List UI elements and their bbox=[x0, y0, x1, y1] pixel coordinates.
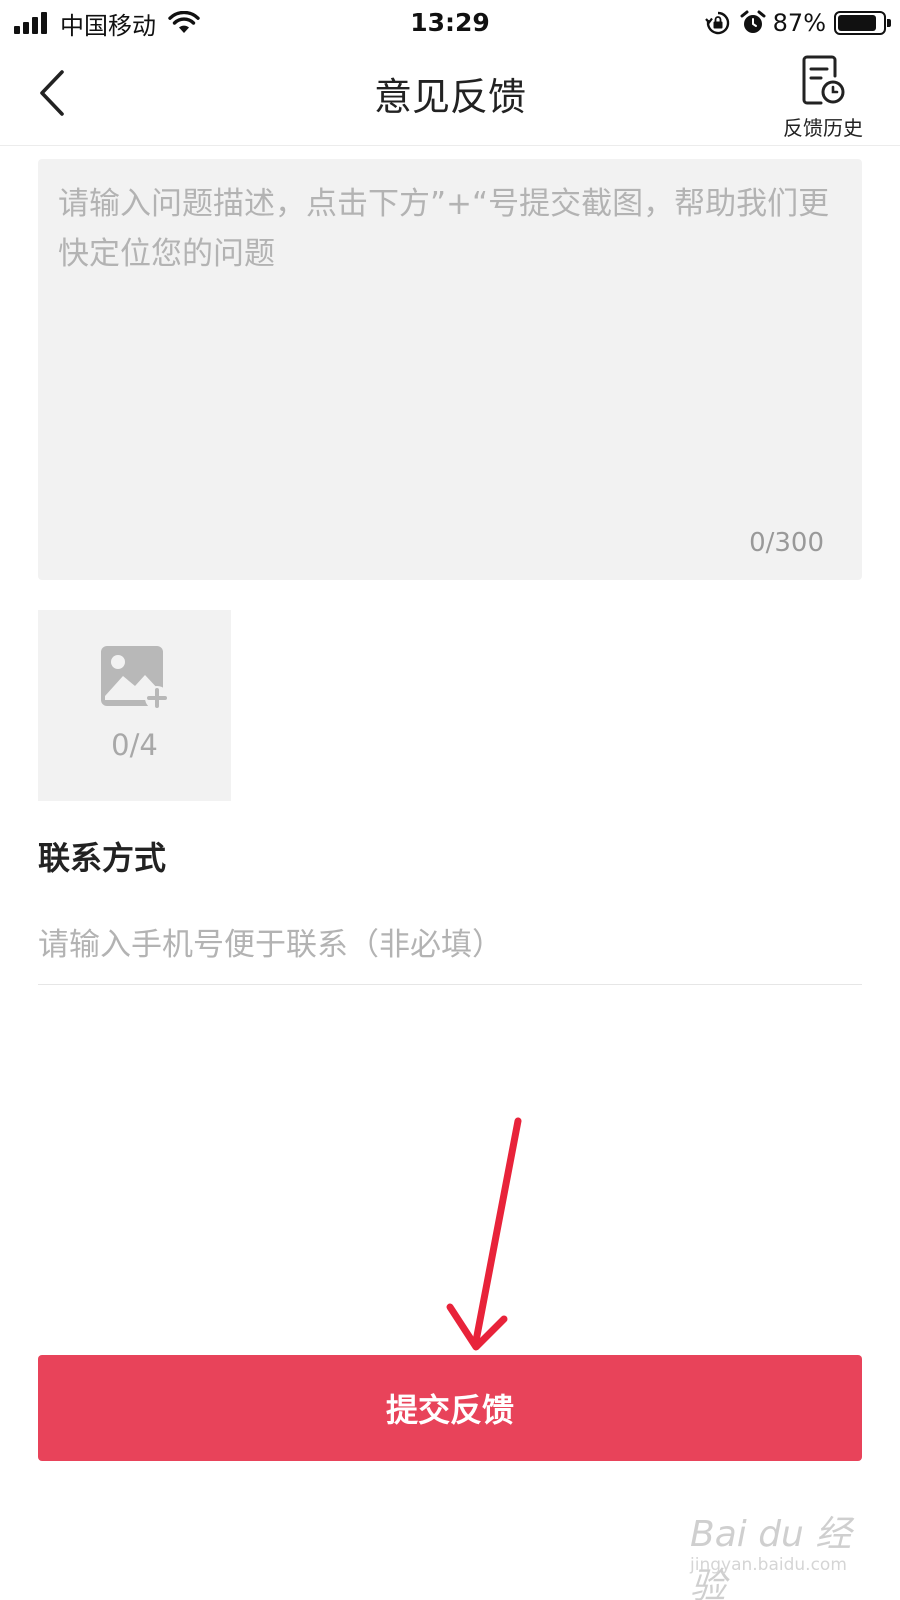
submit-feedback-button[interactable]: 提交反馈 bbox=[38, 1355, 862, 1461]
image-count: 0/4 bbox=[111, 728, 158, 762]
baidu-watermark: Bai du 经验 jingyan.baidu.com bbox=[690, 1505, 860, 1600]
battery-icon bbox=[834, 11, 891, 35]
watermark-url: jingyan.baidu.com bbox=[690, 1555, 847, 1575]
battery-cap bbox=[887, 19, 891, 27]
alarm-icon bbox=[740, 10, 766, 33]
feedback-history-label: 反馈历史 bbox=[783, 116, 863, 140]
contact-heading: 联系方式 bbox=[38, 839, 167, 877]
character-counter: 0/300 bbox=[749, 528, 824, 558]
watermark-brand: Bai du 经验 bbox=[690, 1514, 852, 1600]
annotation-arrow-icon bbox=[446, 1117, 522, 1351]
add-image-icon bbox=[101, 646, 169, 710]
feedback-history-button[interactable]: 反馈历史 bbox=[768, 54, 878, 140]
add-image-button[interactable]: 0/4 bbox=[38, 610, 231, 801]
feedback-description-box: 0/300 bbox=[38, 159, 862, 580]
feedback-history-icon bbox=[802, 55, 845, 105]
nav-bar: 意见反馈 反馈历史 bbox=[0, 46, 900, 146]
phone-input[interactable] bbox=[38, 905, 862, 985]
status-bar-right: 87% bbox=[704, 8, 891, 38]
battery-percent: 87% bbox=[772, 9, 826, 37]
rotation-lock-icon bbox=[704, 11, 729, 35]
battery-level-fill bbox=[838, 15, 877, 31]
feedback-page: 中国移动 13:29 87% 意见反馈 反馈历史 请输入问题描述，点击下方”+“… bbox=[0, 0, 900, 1600]
page-title: 意见反馈 bbox=[373, 75, 526, 119]
feedback-description-input[interactable] bbox=[38, 159, 862, 580]
status-bar: 中国移动 13:29 87% bbox=[0, 0, 900, 46]
